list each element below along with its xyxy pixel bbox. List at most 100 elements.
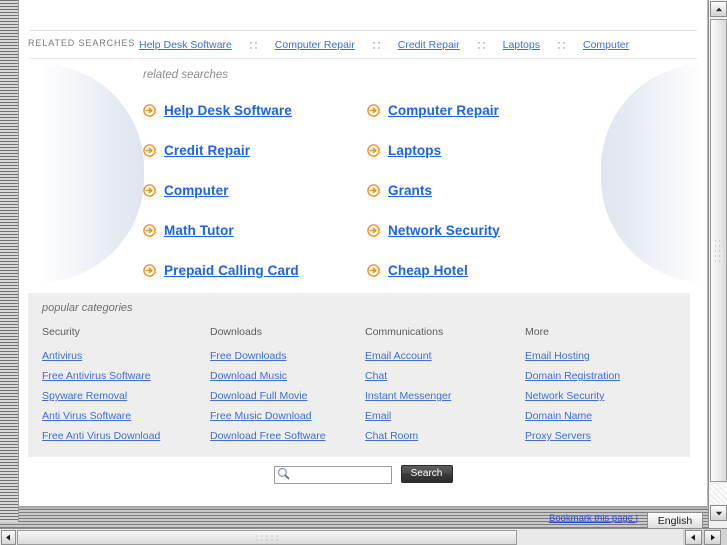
search-button[interactable]: Search — [400, 465, 453, 483]
category-link[interactable]: Email Account — [365, 350, 432, 362]
category-item: Network Security — [525, 386, 680, 406]
category-column-heading: More — [525, 326, 549, 338]
horizontal-scroll-grip — [256, 535, 278, 543]
strip-bottom-divider — [29, 58, 697, 59]
top-divider — [29, 30, 697, 31]
category-link[interactable]: Email Hosting — [525, 350, 590, 362]
main-related-search-link[interactable]: Grants — [388, 183, 432, 198]
category-link[interactable]: Antivirus — [42, 350, 82, 362]
popular-categories-grid: Security Downloads Communications More Antiv… — [42, 326, 682, 446]
category-link[interactable]: Chat — [365, 370, 387, 382]
category-link[interactable]: Proxy Servers — [525, 430, 591, 442]
category-link[interactable]: Free Downloads — [210, 350, 286, 362]
category-link[interactable]: Download Free Software — [210, 430, 326, 442]
related-search-link[interactable]: Computer — [583, 39, 629, 51]
search-input[interactable] — [273, 466, 392, 484]
category-link[interactable]: Free Anti Virus Download — [42, 430, 160, 442]
main-related-search-link[interactable]: Computer — [164, 183, 229, 198]
category-link[interactable]: Domain Registration — [525, 370, 620, 382]
orange-circle-arrow-icon — [143, 263, 156, 277]
category-link[interactable]: Instant Messenger — [365, 390, 451, 402]
bookmark-this-page-link[interactable]: Bookmark this page | — [549, 513, 638, 524]
main-related-search-link[interactable]: Prepaid Calling Card — [164, 263, 299, 278]
window-left-gutter — [0, 0, 19, 522]
triangle-right-icon[interactable] — [704, 530, 721, 545]
category-link[interactable]: Free Antivirus Software — [42, 370, 151, 382]
category-item: Free Music Download — [210, 406, 365, 426]
main-related-search-link[interactable]: Network Security — [388, 223, 500, 238]
category-link[interactable]: Domain Name — [525, 410, 592, 422]
main-related-search-link[interactable]: Cheap Hotel — [388, 263, 468, 278]
main-related-search-item[interactable]: Laptops — [367, 130, 577, 170]
category-item: Free Downloads — [210, 346, 365, 366]
main-related-search-item[interactable]: Network Security — [367, 210, 577, 250]
main-related-search-link[interactable]: Credit Repair — [164, 143, 250, 158]
orange-circle-arrow-icon — [143, 103, 156, 117]
category-item: Email Account — [365, 346, 525, 366]
category-column-heading: Communications — [365, 326, 444, 338]
orange-circle-arrow-icon — [367, 143, 380, 157]
triangle-up-icon[interactable] — [710, 1, 727, 17]
main-related-search-link[interactable]: Laptops — [388, 143, 441, 158]
category-item: Chat — [365, 366, 525, 386]
horizontal-scroll-thumb[interactable] — [17, 530, 517, 545]
main-related-search-item[interactable]: Credit Repair — [143, 130, 353, 170]
category-item: Domain Registration — [525, 366, 680, 386]
category-item: Download Full Movie — [210, 386, 365, 406]
category-link[interactable]: Email — [365, 410, 391, 422]
category-link[interactable]: Anti Virus Software — [42, 410, 131, 422]
category-item: Download Music — [210, 366, 365, 386]
orange-circle-arrow-icon — [367, 263, 380, 277]
related-search-link[interactable]: Credit Repair — [398, 39, 460, 51]
main-related-search-item[interactable]: Computer — [143, 170, 353, 210]
horizontal-scrollbar[interactable] — [0, 528, 683, 545]
main-related-search-item[interactable]: Computer Repair — [367, 90, 577, 130]
related-searches-link-list: Help Desk Software Computer Repair Credit … — [139, 37, 629, 53]
category-column-heading: Security — [42, 326, 80, 338]
related-searches-strip: RELATED SEARCHES Help Desk Software Compu… — [19, 34, 707, 58]
main-related-search-link[interactable]: Computer Repair — [388, 103, 499, 118]
main-related-search-item[interactable]: Math Tutor — [143, 210, 353, 250]
page-content: RELATED SEARCHES Help Desk Software Compu… — [19, 0, 707, 506]
main-related-searches-block: related searches Help Desk Software Compu… — [19, 62, 707, 290]
main-links-grid: Help Desk Software Computer Repair Credit … — [143, 90, 603, 290]
search-form: Search — [19, 465, 707, 495]
browser-window: RELATED SEARCHES Help Desk Software Compu… — [0, 0, 727, 545]
category-item: Email — [365, 406, 525, 426]
category-item: Spyware Removal — [42, 386, 210, 406]
search-input-wrapper — [273, 465, 392, 484]
category-link[interactable]: Chat Room — [365, 430, 418, 442]
category-link[interactable]: Download Music — [210, 370, 287, 382]
vertical-scroll-track[interactable] — [710, 484, 727, 504]
main-related-search-item[interactable]: Help Desk Software — [143, 90, 353, 130]
related-search-link[interactable]: Laptops — [503, 39, 540, 51]
horizontal-scroll-button-pair — [683, 528, 727, 545]
category-link[interactable]: Spyware Removal — [42, 390, 127, 402]
main-related-search-item[interactable]: Cheap Hotel — [367, 250, 577, 290]
main-related-search-link[interactable]: Help Desk Software — [164, 103, 292, 118]
dot-grid-separator-icon — [372, 41, 380, 49]
triangle-left-icon-2[interactable] — [685, 530, 702, 545]
main-related-search-item[interactable]: Prepaid Calling Card — [143, 250, 353, 290]
category-item: Antivirus — [42, 346, 210, 366]
category-item: Email Hosting — [525, 346, 680, 366]
category-link[interactable]: Free Music Download — [210, 410, 312, 422]
category-link[interactable]: Download Full Movie — [210, 390, 307, 402]
main-caption: related searches — [143, 69, 229, 81]
orange-circle-arrow-icon — [367, 183, 380, 197]
related-search-link[interactable]: Computer Repair — [275, 39, 355, 51]
category-item: Domain Name — [525, 406, 680, 426]
orange-circle-arrow-icon — [143, 183, 156, 197]
orange-circle-arrow-icon — [367, 103, 380, 117]
category-link[interactable]: Network Security — [525, 390, 604, 402]
triangle-down-icon[interactable] — [710, 505, 727, 521]
related-search-link[interactable]: Help Desk Software — [139, 39, 232, 51]
main-related-search-link[interactable]: Math Tutor — [164, 223, 234, 238]
triangle-left-icon[interactable] — [1, 530, 16, 545]
vertical-scroll-thumb[interactable] — [710, 19, 727, 482]
category-item: Download Free Software — [210, 426, 365, 446]
main-related-search-item[interactable]: Grants — [367, 170, 577, 210]
vertical-scrollbar[interactable] — [708, 0, 727, 528]
dot-grid-separator-icon — [477, 41, 485, 49]
popular-categories-panel: popular categories Security Downloads Comm… — [28, 293, 690, 457]
